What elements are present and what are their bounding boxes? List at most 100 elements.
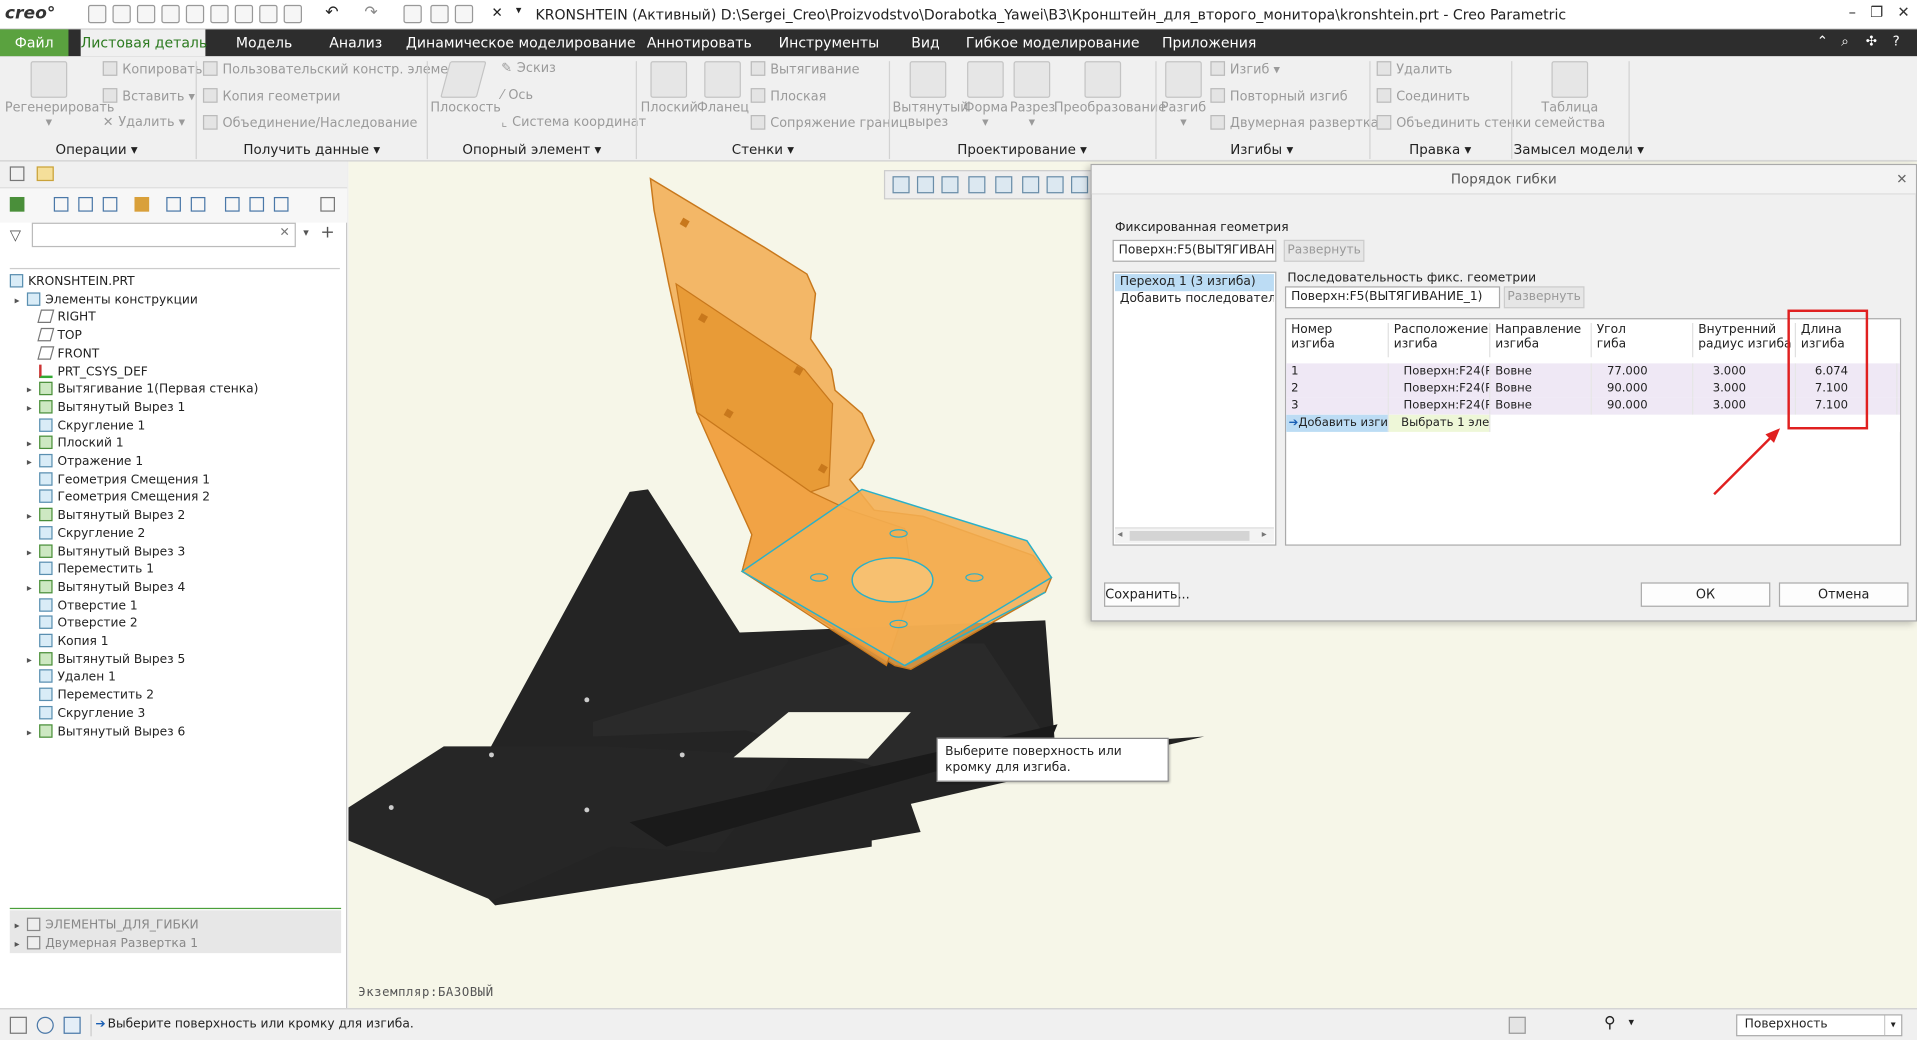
cell-loc[interactable]: Поверхн:F24(PA: [1389, 397, 1491, 415]
cell-dir[interactable]: Вовне: [1490, 397, 1592, 415]
hierarchy-icon[interactable]: [166, 196, 181, 212]
customize-qat-icon[interactable]: ▾: [516, 5, 522, 17]
axis-button[interactable]: ⁄ Ось: [501, 88, 533, 103]
group-walls[interactable]: Стенки ▾: [638, 142, 887, 159]
remove-button[interactable]: Удалить: [1376, 61, 1452, 77]
tree-item[interactable]: Удален 1: [27, 669, 116, 688]
open-file-icon[interactable]: [112, 4, 131, 24]
expand-arrow-icon[interactable]: ▸: [27, 454, 39, 472]
expand-arrow-icon[interactable]: ▸: [27, 382, 39, 400]
tree-item[interactable]: Копия 1: [27, 633, 109, 652]
browser-icon[interactable]: [36, 1016, 54, 1034]
hand-icon[interactable]: [134, 196, 150, 212]
minimize-button[interactable]: –: [1841, 4, 1863, 26]
tree-item[interactable]: RIGHT: [27, 310, 96, 328]
tree-item[interactable]: FRONT: [27, 346, 99, 364]
folder-browser-icon[interactable]: [36, 166, 54, 182]
tree-item[interactable]: Отверстие 1: [27, 597, 138, 616]
expand-arrow-icon[interactable]: ▸: [27, 724, 39, 742]
tree-item[interactable]: ▸ Вытянутый Вырез 2: [27, 507, 185, 526]
expand-arrow-icon[interactable]: ▸: [15, 292, 27, 310]
tree-columns-icon[interactable]: [53, 196, 69, 212]
group-datum[interactable]: Опорный элемент ▾: [428, 142, 636, 159]
refit-icon[interactable]: [892, 176, 910, 194]
tree-search-input[interactable]: ✕: [31, 222, 296, 248]
tree-item[interactable]: PRT_CSYS_DEF: [27, 363, 148, 382]
erase-icon[interactable]: [234, 4, 254, 24]
convert-button[interactable]: Преобразование: [1054, 61, 1166, 115]
insert-here-line[interactable]: [9, 907, 342, 910]
help-icon[interactable]: ?: [1893, 33, 1900, 49]
expand-arrow-icon[interactable]: ▸: [27, 652, 39, 670]
zoom-in-icon[interactable]: [916, 176, 935, 194]
cell-radius[interactable]: 3.000: [1693, 380, 1796, 398]
cell-num[interactable]: 3: [1286, 397, 1389, 415]
cell-angle[interactable]: 90.000: [1592, 380, 1694, 398]
cancel-button[interactable]: Отмена: [1778, 582, 1909, 607]
blend-button[interactable]: Сопряжение границ: [750, 115, 908, 131]
tree-item[interactable]: ▸ Вытянутый Вырез 6: [27, 723, 185, 742]
tree-item[interactable]: Скругление 1: [27, 417, 145, 436]
merge-walls-button[interactable]: Объединить стенки: [1376, 115, 1531, 131]
fixed-sequence-field[interactable]: Поверхн:F5(ВЫТЯГИВАНИЕ_1): [1284, 286, 1501, 309]
expand-arrow-icon[interactable]: ▸: [27, 580, 39, 598]
tree-item[interactable]: Геометрия Смещения 2: [27, 489, 210, 508]
tab-sheetmetal[interactable]: Листовая деталь: [80, 29, 207, 57]
tree-expand-icon[interactable]: [78, 196, 93, 212]
regenerate-button[interactable]: Регенерировать ▾: [5, 61, 114, 130]
tab-annotate[interactable]: Аннотировать: [638, 29, 760, 56]
group-operations[interactable]: Операции ▾: [0, 142, 193, 159]
paste-button[interactable]: Вставить ▾: [102, 88, 195, 104]
tree-item[interactable]: Геометрия Смещения 1: [27, 471, 210, 490]
plane-button[interactable]: Плоскость: [430, 61, 501, 115]
fixed-geometry-field[interactable]: Поверхн:F5(ВЫТЯГИВАНИЕ_1): [1112, 239, 1277, 262]
display-style-icon[interactable]: [995, 176, 1013, 194]
regenerate-small-icon[interactable]: [283, 4, 302, 24]
find-dropdown-icon[interactable]: ▾: [1629, 1017, 1635, 1029]
group-model-intent[interactable]: Замысел модели ▾: [1514, 142, 1644, 159]
delete-button[interactable]: ✕ Удалить ▾: [103, 115, 185, 130]
windows-icon[interactable]: [403, 4, 422, 24]
tab-view[interactable]: Вид: [897, 29, 953, 56]
tab-flexible-modeling[interactable]: Гибкое моделирование: [966, 29, 1140, 56]
tree-item[interactable]: ▸ Двумерная Развертка 1: [15, 935, 198, 954]
tree-item[interactable]: ▸ Вытянутый Вырез 1: [27, 399, 185, 418]
copy-geometry-button[interactable]: Копия геометрии: [202, 88, 340, 104]
fullscreen-icon[interactable]: [9, 1016, 27, 1034]
chevron-down-icon[interactable]: ▾: [1884, 1015, 1901, 1036]
tree-item[interactable]: ▸ Вытянутый Вырез 5: [27, 651, 185, 670]
bend-button[interactable]: Изгиб ▾: [1210, 61, 1280, 77]
redo-icon[interactable]: ↷: [364, 4, 377, 22]
scroll-thumb[interactable]: [1129, 530, 1250, 541]
flange-button[interactable]: Фланец: [697, 61, 749, 115]
filter-tree-icon[interactable]: [190, 196, 206, 212]
tree-item[interactable]: ▸ Отражение 1: [27, 453, 143, 472]
select-element-cell[interactable]: Выбрать 1 элемент: [1388, 414, 1491, 432]
group-get-data[interactable]: Получить данные ▾: [198, 142, 425, 159]
command-search-icon[interactable]: ✣: [1866, 33, 1877, 49]
user-feature-button[interactable]: Пользовательский констр. элемент: [202, 61, 464, 77]
cell-dir[interactable]: Вовне: [1490, 363, 1592, 381]
tree-item[interactable]: ▸ Вытянутый Вырез 4: [27, 579, 185, 598]
expand-arrow-icon[interactable]: ▸: [15, 918, 27, 936]
copy-button[interactable]: Копировать: [102, 61, 202, 77]
tab-model[interactable]: Модель: [218, 29, 311, 56]
add-sequence-item[interactable]: Добавить последовательность: [1115, 291, 1274, 308]
tree-item[interactable]: ▸ Вытягивание 1(Первая стенка): [27, 381, 258, 400]
family-table-button[interactable]: Таблица семейства: [1523, 61, 1616, 132]
expand-arrow-icon[interactable]: ▸: [27, 508, 39, 526]
tree-display-icon[interactable]: [9, 196, 25, 212]
model-tree-tab-icon[interactable]: [9, 166, 25, 182]
layer-settings-icon[interactable]: [273, 196, 289, 212]
bend-back-button[interactable]: Повторный изгиб: [1210, 88, 1348, 104]
save-icon[interactable]: [161, 4, 180, 24]
add-filter-icon[interactable]: +: [320, 223, 334, 243]
tab-analysis[interactable]: Анализ: [315, 29, 396, 56]
rip-button[interactable]: Разрез ▾: [1010, 61, 1055, 130]
message-window-icon[interactable]: [63, 1016, 81, 1034]
open-session-icon[interactable]: [136, 4, 156, 24]
tab-file[interactable]: Файл: [0, 29, 69, 57]
selection-filter-select[interactable]: Поверхность ▾: [1736, 1014, 1903, 1037]
view-manager-icon[interactable]: [1070, 176, 1089, 194]
unbend-button[interactable]: Разгиб ▾: [1159, 61, 1208, 130]
